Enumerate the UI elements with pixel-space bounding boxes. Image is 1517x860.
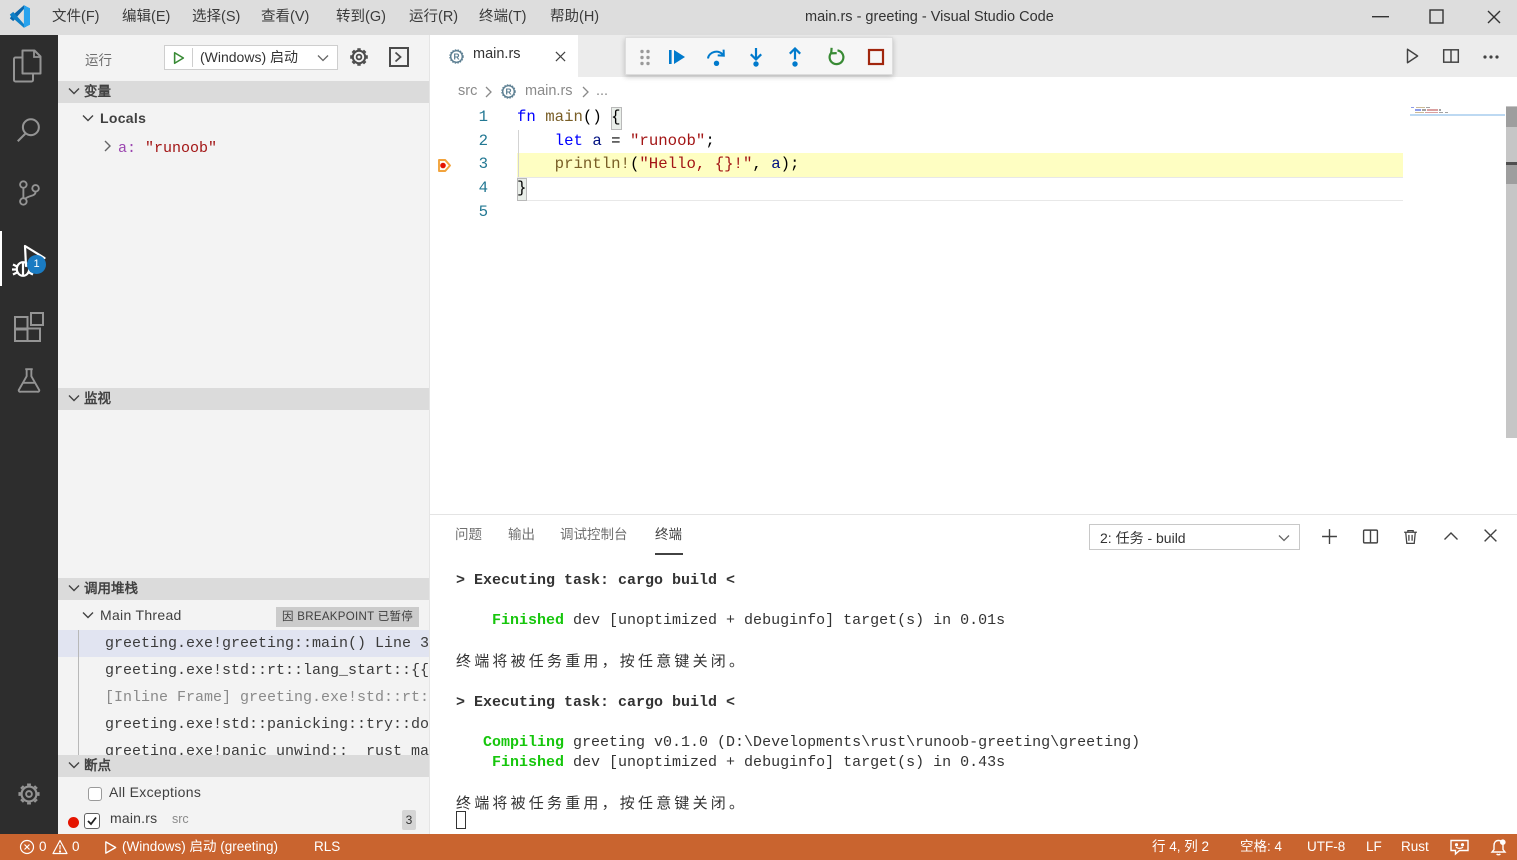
svg-text:R: R — [453, 51, 459, 61]
svg-text:R: R — [505, 86, 511, 96]
